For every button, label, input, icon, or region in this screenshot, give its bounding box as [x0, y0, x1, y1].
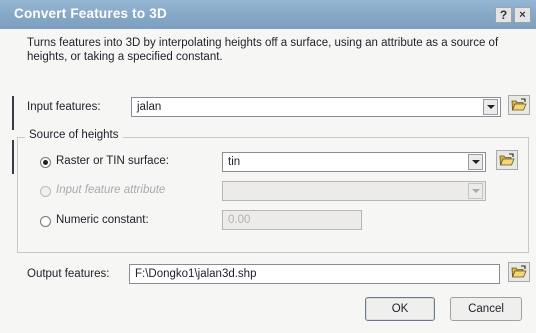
input-feature-attribute-label: Input feature attribute: [56, 184, 166, 196]
raster-tin-dropdown-button[interactable]: [468, 154, 483, 170]
chevron-down-icon: [486, 105, 495, 109]
input-features-dropdown-button[interactable]: [483, 99, 498, 115]
raster-tin-browse-button[interactable]: [496, 150, 518, 170]
numeric-constant-field[interactable]: 0.00: [222, 210, 362, 230]
cancel-button[interactable]: Cancel: [450, 297, 522, 321]
numeric-constant-label: Numeric constant:: [56, 214, 149, 226]
output-features-label: Output features:: [27, 268, 110, 280]
input-features-browse-button[interactable]: [508, 95, 530, 115]
ok-button[interactable]: OK: [365, 297, 435, 321]
chevron-down-icon: [471, 189, 480, 193]
section-marker: [12, 140, 14, 174]
open-folder-icon: [511, 98, 527, 111]
output-features-browse-button[interactable]: [508, 262, 530, 282]
window-title: Convert Features to 3D: [14, 6, 167, 21]
input-features-label: Input features:: [27, 101, 101, 113]
section-marker: [12, 96, 14, 130]
input-feature-attribute-field[interactable]: [222, 181, 486, 201]
chevron-down-icon: [471, 160, 480, 164]
source-of-heights-title: Source of heights: [25, 129, 123, 141]
raster-tin-label: Raster or TIN surface:: [56, 155, 169, 167]
input-features-field[interactable]: jalan: [131, 97, 501, 117]
raster-tin-field[interactable]: tin: [222, 152, 486, 172]
raster-tin-radio[interactable]: [40, 157, 51, 168]
output-features-field[interactable]: F:\Dongko1\jalan3d.shp: [129, 264, 500, 284]
input-feature-attribute-dropdown-button[interactable]: [468, 183, 483, 199]
input-feature-attribute-radio[interactable]: [40, 186, 51, 197]
numeric-constant-radio[interactable]: [40, 216, 51, 227]
open-folder-icon: [511, 265, 527, 278]
close-button[interactable]: ×: [514, 7, 531, 23]
open-folder-icon: [499, 153, 515, 166]
tool-description: Turns features into 3D by interpolating …: [27, 37, 499, 63]
help-button[interactable]: ?: [495, 7, 512, 23]
title-bar: Convert Features to 3D ? ×: [0, 0, 536, 29]
